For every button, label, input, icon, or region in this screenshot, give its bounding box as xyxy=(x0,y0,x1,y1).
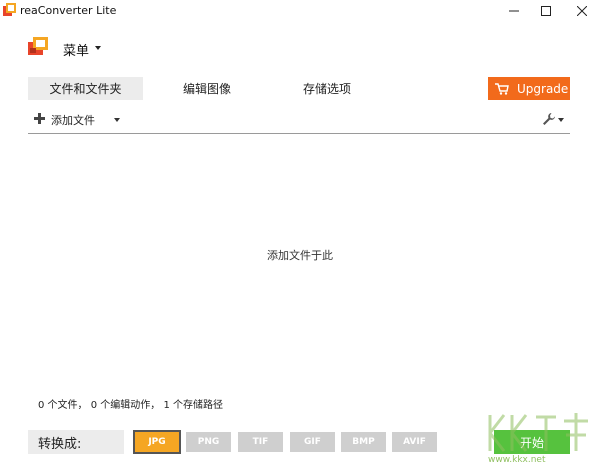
minimize-icon xyxy=(509,10,519,12)
main-menu-button[interactable]: 菜单 xyxy=(63,40,89,59)
maximize-icon xyxy=(541,6,551,16)
format-jpg-button[interactable]: JPG xyxy=(133,430,181,454)
maximize-button[interactable] xyxy=(528,0,564,22)
add-files-dropdown-icon[interactable] xyxy=(114,118,120,122)
format-gif-button[interactable]: GIF xyxy=(290,432,335,452)
app-logo-icon xyxy=(3,3,16,16)
close-button[interactable] xyxy=(564,0,600,22)
drop-hint-text: 添加文件于此 xyxy=(267,249,333,262)
format-avif-button[interactable]: AVIF xyxy=(392,432,437,452)
format-bmp-button[interactable]: BMP xyxy=(341,432,386,452)
minimize-button[interactable] xyxy=(496,0,532,22)
convert-to-label: 转换成: xyxy=(28,430,124,454)
watermark-url: www.kkx.net xyxy=(488,455,546,465)
add-files-button[interactable]: 添加文件 xyxy=(51,112,95,128)
tab-files-folders[interactable]: 文件和文件夹 xyxy=(28,77,143,100)
chevron-down-icon[interactable] xyxy=(95,46,101,50)
title-bar: reaConverter Lite xyxy=(0,0,600,22)
format-tif-button[interactable]: TIF xyxy=(238,432,283,452)
format-png-button[interactable]: PNG xyxy=(186,432,231,452)
status-summary: 0 个文件， 0 个编辑动作， 1 个存储路径 xyxy=(38,400,223,411)
upgrade-label: Upgrade xyxy=(517,81,569,96)
menu-logo-icon[interactable] xyxy=(27,35,49,57)
tab-edit-images[interactable]: 编辑图像 xyxy=(160,77,254,100)
settings-dropdown-icon[interactable] xyxy=(558,118,564,122)
wrench-icon[interactable] xyxy=(542,112,556,126)
plus-icon[interactable] xyxy=(34,113,45,124)
cart-icon xyxy=(495,82,509,95)
upgrade-button[interactable]: Upgrade xyxy=(488,77,570,100)
tab-save-options[interactable]: 存储选项 xyxy=(280,77,374,100)
close-icon xyxy=(577,6,587,16)
window-title: reaConverter Lite xyxy=(20,4,117,17)
